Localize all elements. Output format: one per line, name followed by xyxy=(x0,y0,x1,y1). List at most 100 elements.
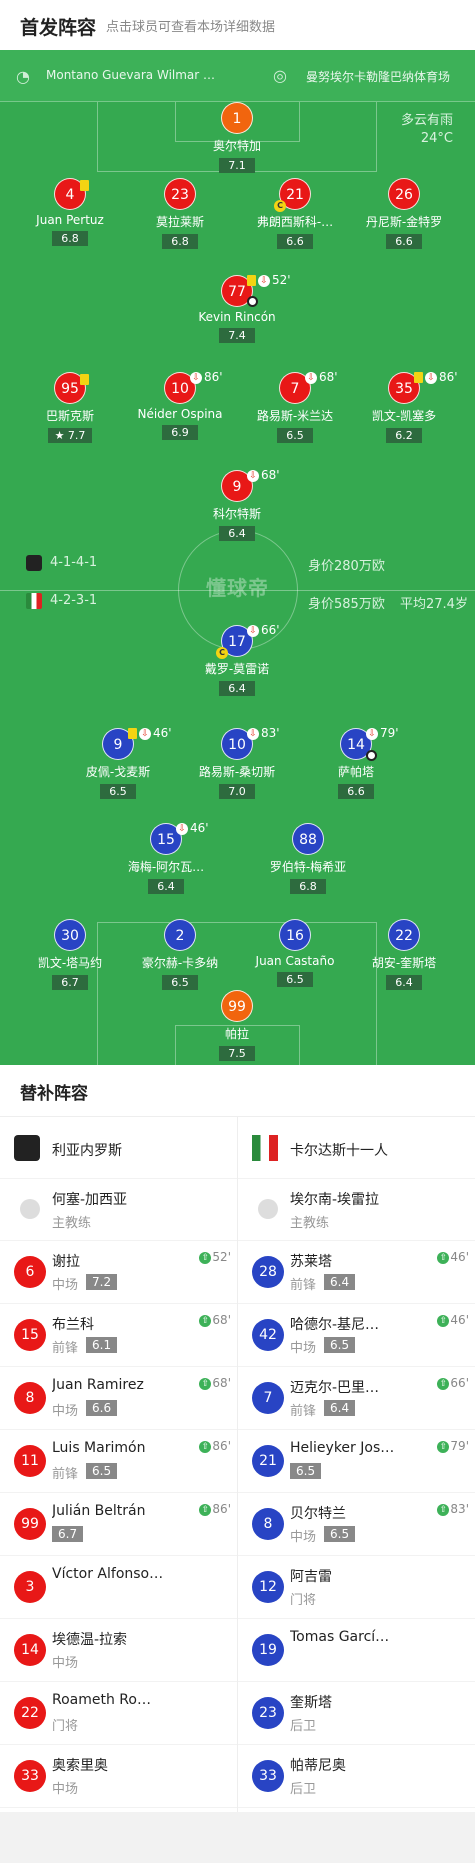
home-team-name: 利亚内罗斯 xyxy=(52,1143,122,1159)
player-rating: 6.5 xyxy=(100,784,136,799)
player-rating: 6.6 xyxy=(338,784,374,799)
bench-player-row[interactable]: 33 帕蒂尼奥后卫 xyxy=(238,1745,475,1808)
sub-on-event: ⇧ 83' xyxy=(437,1502,469,1516)
player-name: 谢拉 xyxy=(52,1254,80,1270)
player-name: Víctor Alfonso… xyxy=(52,1566,164,1582)
sub-on-icon: ⇧ xyxy=(199,1314,212,1327)
player-name: 胡安-奎斯塔 xyxy=(371,956,437,970)
player-away-16[interactable]: 16 Juan Castaño 6.5 xyxy=(240,919,350,987)
sub-on-event: ⇧ 46' xyxy=(437,1250,469,1264)
player-position: 中场 xyxy=(52,1278,79,1293)
player-number: 99 xyxy=(14,1508,46,1540)
player-rating: ★ 7.7 xyxy=(47,428,93,443)
player-home-26[interactable]: 26 丹尼斯-金特罗 6.6 xyxy=(349,178,459,249)
player-away-88[interactable]: 88 罗伯特-梅希亚 6.8 xyxy=(253,823,363,894)
bench-player-row[interactable]: 7 迈克尔-巴里… 前锋 6.4 ⇧ 66' xyxy=(238,1367,475,1430)
player-position: 后卫 xyxy=(290,1782,317,1797)
player-number: 23 xyxy=(164,178,196,210)
player-number: 26 xyxy=(388,178,420,210)
home-team-logo xyxy=(14,1135,40,1161)
bench-player-row[interactable]: 33 奥索里奥 中场 xyxy=(0,1745,237,1808)
player-number: 7 xyxy=(252,1382,284,1414)
bench-player-row[interactable]: 8 Juan Ramirez 中场 6.6 ⇧ 68' xyxy=(0,1367,237,1430)
sub-on-time: 86' xyxy=(212,1439,231,1453)
stadium-icon: ◎ xyxy=(273,66,287,85)
player-number: 22 xyxy=(14,1697,46,1729)
weather-text: 多云有雨 xyxy=(400,113,453,128)
player-home-23[interactable]: 23 莫拉莱斯 6.8 xyxy=(125,178,235,249)
coach-avatar-icon xyxy=(20,1199,40,1219)
player-rating: 6.4 xyxy=(148,879,184,894)
bench-player-row[interactable]: 42 哈德尔-基尼… 中场 6.5 ⇧ 46' xyxy=(238,1304,475,1367)
player-name: 奥尔特加 xyxy=(212,139,261,153)
player-home-95[interactable]: 95 巴斯克斯 ★ 7.7 xyxy=(15,372,125,443)
player-name: 海梅-阿尔瓦… xyxy=(127,860,205,874)
player-name: Roameth Ro… xyxy=(52,1692,151,1708)
bench-player-row[interactable]: 99 Julián Beltrán 6.7 ⇧ 86' xyxy=(0,1493,237,1556)
player-position: 后卫 xyxy=(290,1719,317,1734)
sub-on-icon: ⇧ xyxy=(199,1503,212,1516)
player-position: 门将 xyxy=(52,1719,79,1734)
player-name: Kevin Rincón xyxy=(198,310,276,324)
player-position: 中场 xyxy=(52,1404,79,1419)
bench-player-row[interactable]: 14 埃德温-拉索 中场 xyxy=(0,1619,237,1682)
sub-on-time: 66' xyxy=(450,1376,469,1390)
player-position: 前锋 xyxy=(290,1278,317,1293)
temperature: 24°C xyxy=(420,131,453,146)
home-coach[interactable]: 何塞-加西亚 主教练 xyxy=(0,1179,237,1241)
player-away-99[interactable]: 99 帕拉 7.5 xyxy=(182,990,292,1061)
player-away-30[interactable]: 30 凯文-塔马约 6.7 xyxy=(15,919,125,990)
away-team-logo xyxy=(252,1135,278,1161)
sub-on-time: 52' xyxy=(212,1250,231,1264)
player-name: 凯文-凯塞多 xyxy=(371,409,437,423)
sub-off-event: ⇩ 86' xyxy=(414,370,458,384)
away-value: 身价585万欧 xyxy=(308,597,385,612)
player-number: 99 xyxy=(221,990,253,1022)
away-badge-icon xyxy=(26,593,42,609)
coach-role: 主教练 xyxy=(290,1216,330,1231)
sub-on-time: 46' xyxy=(450,1313,469,1327)
bench-player-row[interactable]: 6 谢拉 中场 7.2 ⇧ 52' xyxy=(0,1241,237,1304)
player-away-22[interactable]: 22 胡安-奎斯塔 6.4 xyxy=(349,919,459,990)
player-away-2[interactable]: 2 豪尔赫-卡多纳 6.5 xyxy=(125,919,235,990)
match-info-strip: ◔ Montano Guevara Wilmar … ◎ 曼努埃尔卡勒隆巴纳体育… xyxy=(0,50,475,102)
player-name: 贝尔特兰 xyxy=(290,1506,346,1522)
bench-header: 替补阵容 xyxy=(0,1065,475,1117)
player-number: 2 xyxy=(164,919,196,951)
player-position: 前锋 xyxy=(52,1467,79,1482)
bench-player-row[interactable]: 11 Luis Marimón 前锋 6.5 ⇧ 86' xyxy=(0,1430,237,1493)
player-name: Tomas Garcí… xyxy=(290,1629,390,1645)
bench-player-row[interactable]: 23 奎斯塔 后卫 xyxy=(238,1682,475,1745)
player-name: 哈德尔-基尼… xyxy=(290,1317,380,1333)
away-coach[interactable]: 埃尔南-埃雷拉 主教练 xyxy=(238,1179,475,1241)
bench-player-row[interactable]: 22 Roameth Ro… 门将 xyxy=(0,1682,237,1745)
player-name: 弗朗西斯科-… xyxy=(256,215,334,229)
player-number: 11 xyxy=(14,1445,46,1477)
player-name: 帕蒂尼奥 xyxy=(290,1758,346,1774)
player-number: 3 xyxy=(14,1571,46,1603)
coach-avatar-icon xyxy=(258,1199,278,1219)
bench-player-row[interactable]: 28 苏莱塔 前锋 6.4 ⇧ 46' xyxy=(238,1241,475,1304)
bench-player-row[interactable]: 21 Helieyker Jos… 6.5 ⇧ 79' xyxy=(238,1430,475,1493)
player-number: 33 xyxy=(14,1760,46,1792)
player-name: 路易斯-米兰达 xyxy=(256,409,334,423)
player-position: 中场 xyxy=(290,1530,317,1545)
coach-role: 主教练 xyxy=(52,1216,92,1231)
player-number: 33 xyxy=(252,1760,284,1792)
pitch: ◔ Montano Guevara Wilmar … ◎ 曼努埃尔卡勒隆巴纳体育… xyxy=(0,50,475,1065)
bench-player-row[interactable]: 3 Víctor Alfonso… xyxy=(0,1556,237,1619)
bench-player-row[interactable]: 19 Tomas Garcí… xyxy=(238,1619,475,1682)
player-home-21[interactable]: 21 弗朗西斯科-… 6.6 xyxy=(240,178,350,249)
player-home-1[interactable]: 1 奥尔特加 7.1 xyxy=(182,102,292,173)
sub-on-event: ⇧ 46' xyxy=(437,1313,469,1327)
sub-off-event: ⇩ 86' xyxy=(190,370,223,384)
sub-on-icon: ⇧ xyxy=(437,1503,450,1516)
referee-name: Montano Guevara Wilmar … xyxy=(46,68,216,82)
player-number: 19 xyxy=(252,1634,284,1666)
player-home-4[interactable]: 4 Juan Pertuz 6.8 xyxy=(15,178,125,246)
player-rating: 6.2 xyxy=(386,428,422,443)
bench-player-row[interactable]: 12 阿吉雷 门将 xyxy=(238,1556,475,1619)
player-name: Julián Beltrán xyxy=(52,1503,146,1519)
bench-player-row[interactable]: 8 贝尔特兰 中场 6.5 ⇧ 83' xyxy=(238,1493,475,1556)
bench-player-row[interactable]: 15 布兰科 前锋 6.1 ⇧ 68' xyxy=(0,1304,237,1367)
